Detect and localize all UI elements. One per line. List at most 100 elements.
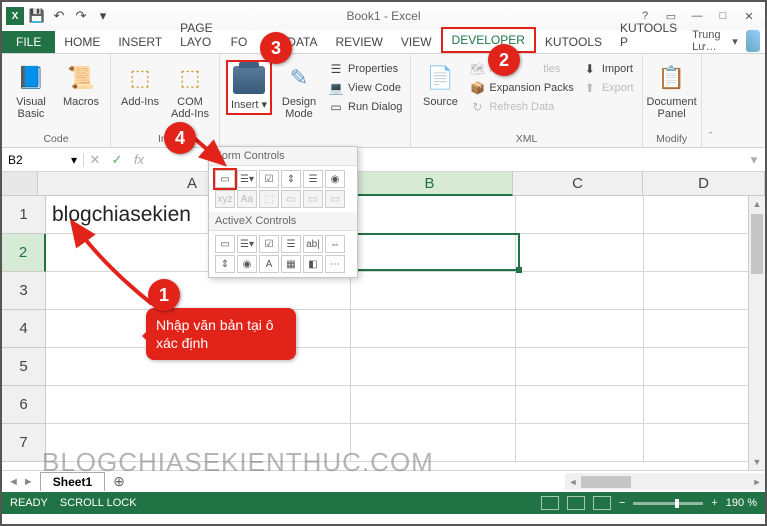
ax-combo-box[interactable]: ☰▾: [237, 235, 257, 253]
ax-spin-button[interactable]: ⇕: [215, 255, 235, 273]
source-button[interactable]: 📄 Source: [417, 60, 463, 110]
fx-button[interactable]: fx: [128, 152, 150, 167]
refresh-data-button[interactable]: ↻Refresh Data: [467, 98, 575, 116]
form-control-x2[interactable]: ▭: [303, 190, 323, 208]
cell[interactable]: [516, 310, 645, 348]
visual-basic-button[interactable]: 📘 Visual Basic: [8, 60, 54, 122]
minimize-button[interactable]: —: [685, 6, 709, 26]
user-dropdown-icon[interactable]: ▾: [732, 35, 738, 48]
properties-button[interactable]: ☰Properties: [326, 60, 404, 78]
qat-undo[interactable]: ↶: [50, 7, 68, 25]
ax-text-box[interactable]: ab|: [303, 235, 323, 253]
tab-page-layout[interactable]: PAGE LAYO: [171, 17, 221, 53]
ax-more-controls[interactable]: ⋯: [325, 255, 345, 273]
cancel-formula-button[interactable]: ✕: [84, 152, 106, 168]
hscroll-thumb[interactable]: [581, 476, 631, 488]
com-addins-button[interactable]: ⬚ COM Add-Ins: [167, 60, 213, 122]
qat-redo[interactable]: ↷: [72, 7, 90, 25]
cell[interactable]: [644, 386, 765, 424]
scroll-left-icon[interactable]: ◄: [565, 477, 581, 487]
export-button[interactable]: ⬆Export: [580, 79, 636, 97]
cell[interactable]: [351, 272, 515, 310]
horizontal-scrollbar[interactable]: ◄ ►: [565, 473, 765, 490]
row-header[interactable]: 4: [2, 310, 46, 348]
tab-developer[interactable]: DEVELOPER: [441, 27, 536, 53]
view-page-break-button[interactable]: [593, 496, 611, 510]
ax-image[interactable]: ▦: [281, 255, 301, 273]
vertical-scrollbar[interactable]: ▲ ▼: [748, 196, 765, 470]
ax-toggle[interactable]: ◧: [303, 255, 323, 273]
column-header[interactable]: C: [513, 172, 643, 196]
select-all-button[interactable]: [2, 172, 38, 196]
close-button[interactable]: ✕: [737, 6, 761, 26]
form-label-control[interactable]: Aa: [237, 190, 257, 208]
row-header[interactable]: 1: [2, 196, 46, 234]
cell[interactable]: [351, 196, 515, 234]
form-button-control[interactable]: ▭: [215, 170, 235, 188]
zoom-in-button[interactable]: +: [711, 497, 717, 509]
scroll-up-icon[interactable]: ▲: [753, 196, 762, 212]
cell[interactable]: [644, 424, 765, 462]
document-panel-button[interactable]: 📋 Document Panel: [649, 60, 695, 122]
sheet-nav-prev[interactable]: ◄: [8, 476, 19, 488]
cell[interactable]: [644, 196, 765, 234]
tab-formulas[interactable]: FO: [222, 31, 257, 53]
row-header[interactable]: 6: [2, 386, 46, 424]
qat-save[interactable]: 💾: [28, 7, 46, 25]
cell[interactable]: [351, 310, 515, 348]
cell[interactable]: [516, 386, 645, 424]
view-page-layout-button[interactable]: [567, 496, 585, 510]
cell[interactable]: [46, 386, 351, 424]
run-dialog-button[interactable]: ▭Run Dialog: [326, 98, 404, 116]
import-button[interactable]: ⬇Import: [580, 60, 636, 78]
form-groupbox-control[interactable]: xyz: [215, 190, 235, 208]
form-combo-control[interactable]: ☰▾: [237, 170, 257, 188]
cell[interactable]: [351, 386, 515, 424]
cell[interactable]: [516, 348, 645, 386]
zoom-level[interactable]: 190 %: [726, 497, 757, 509]
row-header[interactable]: 7: [2, 424, 46, 462]
user-name[interactable]: Trung Lư…: [692, 29, 728, 53]
row-header[interactable]: 2: [2, 234, 46, 272]
design-mode-button[interactable]: ✎ Design Mode: [276, 60, 322, 122]
expand-formula-button[interactable]: ▾: [743, 152, 765, 168]
column-header[interactable]: D: [643, 172, 765, 196]
enter-formula-button[interactable]: ✓: [106, 152, 128, 168]
row-header[interactable]: 5: [2, 348, 46, 386]
tab-view[interactable]: VIEW: [392, 31, 441, 53]
tab-review[interactable]: REVIEW: [327, 31, 392, 53]
cell[interactable]: [351, 234, 515, 272]
form-spinner-control[interactable]: ⇕: [281, 170, 301, 188]
cell[interactable]: [644, 234, 765, 272]
expansion-packs-button[interactable]: 📦Expansion Packs: [467, 79, 575, 97]
cell[interactable]: [516, 234, 645, 272]
ax-list-box[interactable]: ☰: [281, 235, 301, 253]
ax-label[interactable]: A: [259, 255, 279, 273]
tab-home[interactable]: HOME: [55, 31, 109, 53]
cell[interactable]: [516, 424, 645, 462]
cell[interactable]: [516, 272, 645, 310]
macros-button[interactable]: 📜 Macros: [58, 60, 104, 110]
cell[interactable]: [644, 272, 765, 310]
scroll-right-icon[interactable]: ►: [749, 477, 765, 487]
tab-kutools[interactable]: KUTOOLS: [536, 31, 611, 53]
form-checkbox-control[interactable]: ☑: [259, 170, 279, 188]
tab-file[interactable]: FILE: [2, 31, 55, 53]
column-header[interactable]: B: [347, 172, 513, 196]
ax-check-box[interactable]: ☑: [259, 235, 279, 253]
ax-option-button[interactable]: ◉: [237, 255, 257, 273]
tab-kutools-plus[interactable]: KUTOOLS P: [611, 17, 686, 53]
view-normal-button[interactable]: [541, 496, 559, 510]
cell[interactable]: [351, 348, 515, 386]
zoom-out-button[interactable]: −: [619, 497, 625, 509]
form-listbox-control[interactable]: ☰: [303, 170, 323, 188]
form-option-control[interactable]: ◉: [325, 170, 345, 188]
scroll-thumb[interactable]: [751, 214, 763, 274]
view-code-button[interactable]: 💻View Code: [326, 79, 404, 97]
form-control-x3[interactable]: ▭: [325, 190, 345, 208]
ax-command-button[interactable]: ▭: [215, 235, 235, 253]
maximize-button[interactable]: □: [711, 6, 735, 26]
cell[interactable]: [516, 196, 645, 234]
map-properties-button[interactable]: 🗺Map ties: [467, 60, 575, 78]
cell[interactable]: [644, 310, 765, 348]
